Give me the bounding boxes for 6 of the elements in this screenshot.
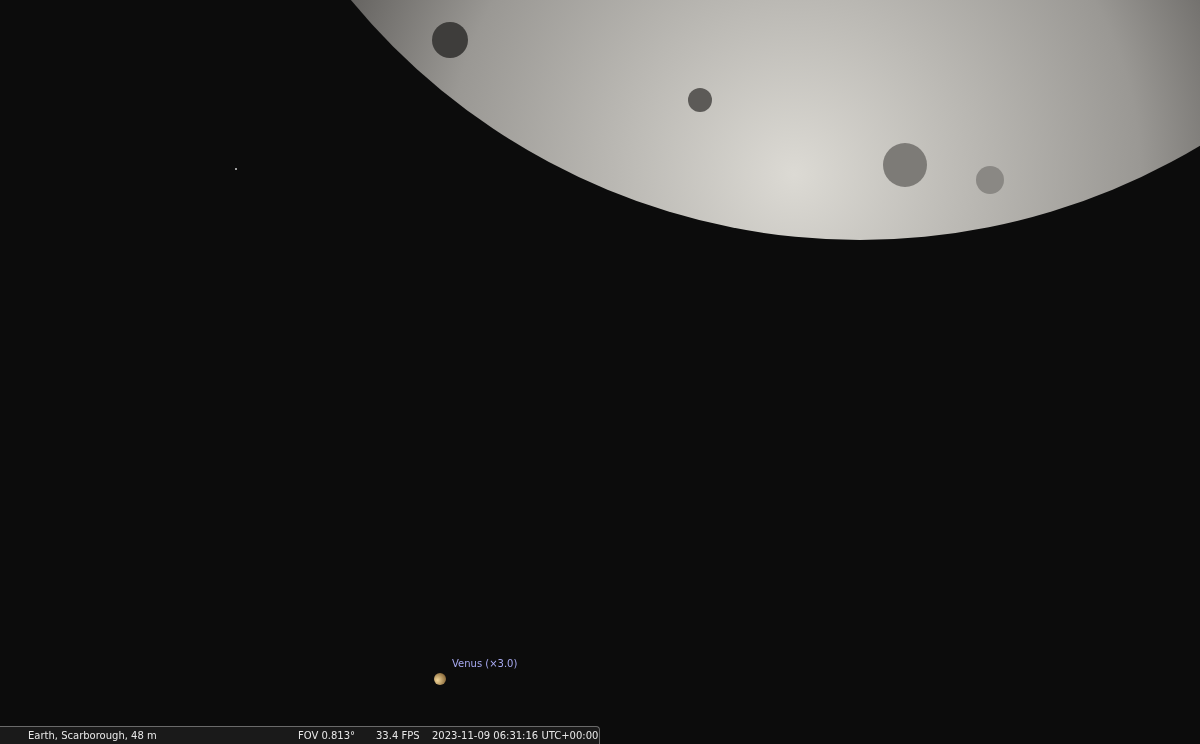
location-text: Earth, Scarborough, 48 m [28, 730, 158, 741]
planet-label: Venus (×3.0) [452, 658, 518, 669]
planet-drawing [434, 673, 446, 685]
fov-text: FOV 0.813° [298, 730, 357, 741]
datetime-text: 2023-11-09 06:31:16 UTC+00:00 [432, 730, 599, 741]
fps-text: 33.4 FPS [376, 730, 421, 741]
